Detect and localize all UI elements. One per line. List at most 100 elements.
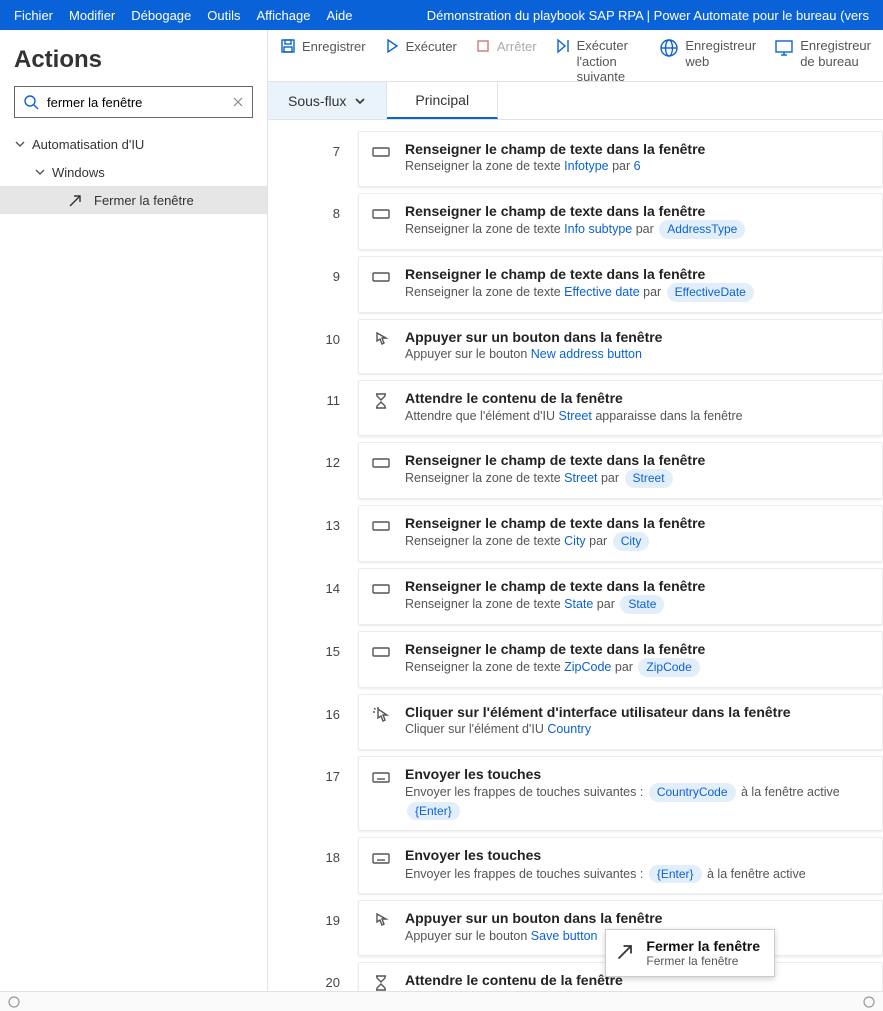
step-title: Appuyer sur un bouton dans la fenêtre bbox=[405, 328, 870, 346]
variable-pill[interactable]: State bbox=[620, 595, 664, 614]
link[interactable]: Street bbox=[558, 409, 591, 423]
step-number: 17 bbox=[268, 753, 358, 835]
link[interactable]: ZipCode bbox=[564, 660, 611, 674]
menu-tools[interactable]: Outils bbox=[207, 8, 240, 23]
step-row[interactable]: 7Renseigner le champ de texte dans la fe… bbox=[268, 128, 883, 190]
step-card[interactable]: Renseigner le champ de texte dans la fen… bbox=[358, 193, 883, 250]
step-title: Renseigner le champ de texte dans la fen… bbox=[405, 451, 870, 469]
monitor-icon bbox=[774, 38, 794, 58]
desktop-recorder-label1: Enregistreur bbox=[800, 38, 871, 54]
step-number: 19 bbox=[268, 897, 358, 959]
step-card[interactable]: Renseigner le champ de texte dans la fen… bbox=[358, 131, 883, 187]
step-card[interactable]: Renseigner le champ de texte dans la fen… bbox=[358, 568, 883, 625]
tree-node-ui-automation[interactable]: Automatisation d'IU bbox=[0, 130, 267, 158]
step-card[interactable]: Cliquer sur l'élément d'interface utilis… bbox=[358, 694, 883, 750]
step-card[interactable]: Attendre le contenu de la fenêtreAttendr… bbox=[358, 380, 883, 436]
step-description: Renseigner la zone de texte City par Cit… bbox=[405, 532, 870, 551]
field-icon bbox=[371, 267, 391, 287]
step-card[interactable]: Appuyer sur un bouton dans la fenêtreApp… bbox=[358, 319, 883, 375]
link[interactable]: Employee id bbox=[558, 990, 627, 991]
step-row[interactable]: 16Cliquer sur l'élément d'interface util… bbox=[268, 691, 883, 753]
link[interactable]: State bbox=[564, 597, 593, 611]
menu-help[interactable]: Aide bbox=[326, 8, 352, 23]
search-icon bbox=[23, 94, 39, 110]
drag-tooltip: Fermer la fenêtre Fermer la fenêtre bbox=[605, 929, 775, 977]
link[interactable]: Info subtype bbox=[564, 222, 632, 236]
step-row[interactable]: 10Appuyer sur un bouton dans la fenêtreA… bbox=[268, 316, 883, 378]
subflow-label: Sous-flux bbox=[288, 93, 346, 109]
link[interactable]: Country bbox=[547, 722, 591, 736]
step-card[interactable]: Renseigner le champ de texte dans la fen… bbox=[358, 631, 883, 688]
step-row[interactable]: 12Renseigner le champ de texte dans la f… bbox=[268, 439, 883, 502]
step-row[interactable]: 11Attendre le contenu de la fenêtreAtten… bbox=[268, 377, 883, 439]
run-next-button[interactable]: Exécuter l'action suivante bbox=[555, 38, 642, 85]
step-card[interactable]: Envoyer les touchesEnvoyer les frappes d… bbox=[358, 837, 883, 894]
menu-debug[interactable]: Débogage bbox=[131, 8, 191, 23]
step-row[interactable]: 13Renseigner le champ de texte dans la f… bbox=[268, 502, 883, 565]
save-icon bbox=[280, 38, 296, 54]
button-icon bbox=[371, 911, 391, 931]
step-number: 9 bbox=[268, 253, 358, 316]
menu-file[interactable]: Fichier bbox=[14, 8, 53, 23]
step-row[interactable]: 20Attendre le contenu de la fenêtreAtten… bbox=[268, 959, 883, 991]
step-number: 11 bbox=[268, 377, 358, 439]
variable-pill[interactable]: Street bbox=[625, 469, 673, 488]
step-number: 7 bbox=[268, 128, 358, 190]
variable-pill[interactable]: City bbox=[613, 532, 650, 551]
link[interactable]: New address button bbox=[531, 347, 642, 361]
variable-pill[interactable]: AddressType bbox=[659, 220, 745, 239]
variable-pill[interactable]: EffectiveDate bbox=[667, 283, 754, 302]
step-row[interactable]: 14Renseigner le champ de texte dans la f… bbox=[268, 565, 883, 628]
link[interactable]: City bbox=[564, 534, 586, 548]
search-input-wrap[interactable] bbox=[14, 86, 253, 118]
desktop-recorder-label2: de bureau bbox=[800, 54, 871, 70]
step-row[interactable]: 9Renseigner le champ de texte dans la fe… bbox=[268, 253, 883, 316]
step-card[interactable]: Envoyer les touchesEnvoyer les frappes d… bbox=[358, 756, 883, 832]
variable-pill[interactable]: {Enter} bbox=[407, 802, 460, 821]
step-body: Renseigner le champ de texte dans la fen… bbox=[405, 514, 870, 551]
variable-pill[interactable]: CountryCode bbox=[649, 783, 736, 802]
tooltip-title: Fermer la fenêtre bbox=[646, 938, 760, 954]
step-number: 18 bbox=[268, 834, 358, 897]
step-card[interactable]: Renseigner le champ de texte dans la fen… bbox=[358, 256, 883, 313]
step-row[interactable]: 17Envoyer les touchesEnvoyer les frappes… bbox=[268, 753, 883, 835]
tab-main[interactable]: Principal bbox=[387, 82, 498, 119]
step-row[interactable]: 18Envoyer les touchesEnvoyer les frappes… bbox=[268, 834, 883, 897]
variable-pill[interactable]: {Enter} bbox=[649, 865, 702, 884]
steps-list[interactable]: 7Renseigner le champ de texte dans la fe… bbox=[268, 120, 883, 991]
variable-pill[interactable]: ZipCode bbox=[638, 658, 699, 677]
link[interactable]: Effective date bbox=[564, 285, 640, 299]
link[interactable]: Infotype bbox=[564, 159, 608, 173]
clear-search-icon[interactable] bbox=[231, 95, 245, 109]
step-description: Renseigner la zone de texte Info subtype… bbox=[405, 220, 870, 239]
save-button[interactable]: Enregistrer bbox=[280, 38, 366, 54]
step-number: 8 bbox=[268, 190, 358, 253]
step-description: Cliquer sur l'élément d'IU Country bbox=[405, 721, 870, 739]
link[interactable]: 6 bbox=[634, 159, 641, 173]
step-card[interactable]: Renseigner le champ de texte dans la fen… bbox=[358, 505, 883, 562]
step-icon bbox=[555, 38, 571, 54]
menu-view[interactable]: Affichage bbox=[257, 8, 311, 23]
step-description: Attendre que l'élément d'IU Employee id … bbox=[405, 989, 870, 991]
tab-main-label: Principal bbox=[415, 92, 469, 108]
menu-edit[interactable]: Modifier bbox=[69, 8, 115, 23]
tree-node-windows[interactable]: Windows bbox=[0, 158, 267, 186]
desktop-recorder-button[interactable]: Enregistreur de bureau bbox=[774, 38, 871, 69]
chevron-down-icon bbox=[354, 95, 366, 107]
step-description: Envoyer les frappes de touches suivantes… bbox=[405, 783, 870, 821]
status-icon bbox=[8, 996, 20, 1008]
step-row[interactable]: 15Renseigner le champ de texte dans la f… bbox=[268, 628, 883, 691]
play-icon bbox=[384, 38, 400, 54]
web-recorder-button[interactable]: Enregistreur web bbox=[659, 38, 756, 69]
link[interactable]: Save button bbox=[531, 929, 598, 943]
subflow-dropdown[interactable]: Sous-flux bbox=[268, 82, 387, 119]
run-button[interactable]: Exécuter bbox=[384, 38, 457, 54]
step-row[interactable]: 19Appuyer sur un bouton dans la fenêtreA… bbox=[268, 897, 883, 959]
search-input[interactable] bbox=[47, 95, 223, 110]
step-body: Cliquer sur l'élément d'interface utilis… bbox=[405, 703, 870, 739]
link[interactable]: Street bbox=[564, 471, 597, 485]
step-row[interactable]: 8Renseigner le champ de texte dans la fe… bbox=[268, 190, 883, 253]
stop-button[interactable]: Arrêter bbox=[475, 38, 537, 54]
tree-leaf-close-window[interactable]: Fermer la fenêtre bbox=[0, 186, 267, 214]
step-card[interactable]: Renseigner le champ de texte dans la fen… bbox=[358, 442, 883, 499]
